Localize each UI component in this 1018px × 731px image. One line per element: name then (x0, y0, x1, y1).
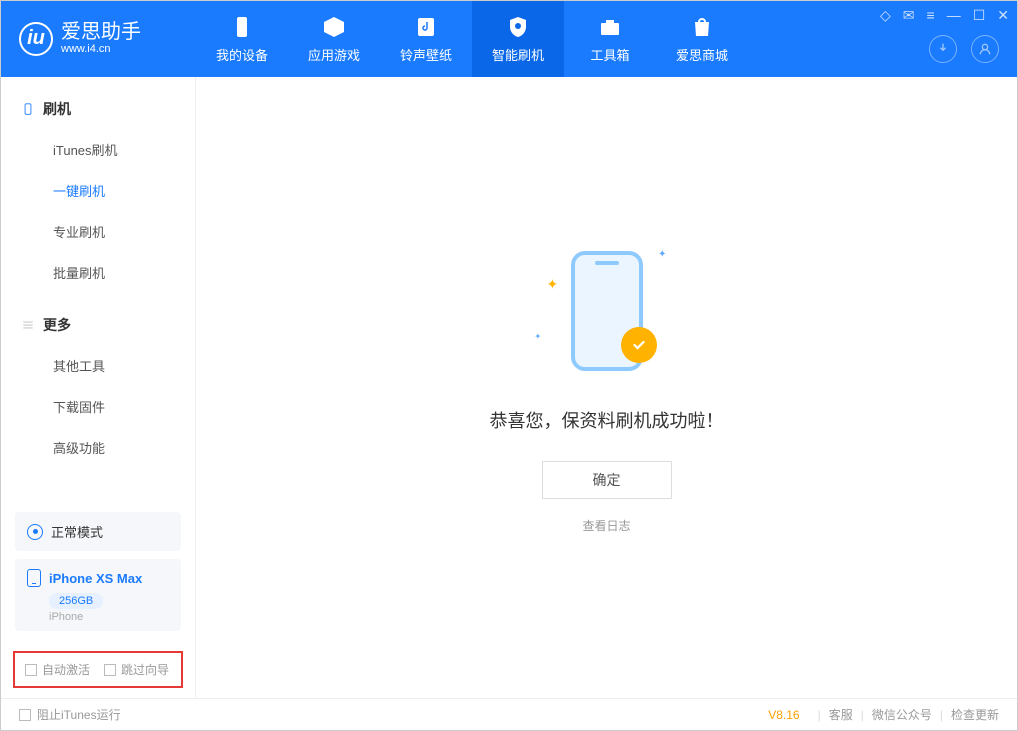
success-message: 恭喜您，保资料刷机成功啦！ (490, 407, 724, 433)
sidebar-heading-more: 更多 (1, 305, 195, 345)
cube-icon (322, 15, 346, 39)
device-icon (230, 15, 254, 39)
nav-tab-apps[interactable]: 应用游戏 (288, 1, 380, 77)
sidebar: 刷机 iTunes刷机 一键刷机 专业刷机 批量刷机 更多 其他工具 下载固件 … (1, 77, 196, 698)
checkbox-icon (19, 709, 31, 721)
sidebar-item-advanced[interactable]: 高级功能 (1, 427, 195, 468)
app-url: www.i4.cn (61, 42, 141, 56)
sidebar-item-pro-flash[interactable]: 专业刷机 (1, 211, 195, 252)
view-log-link[interactable]: 查看日志 (582, 517, 630, 534)
sidebar-item-oneclick-flash[interactable]: 一键刷机 (1, 170, 195, 211)
download-button[interactable] (929, 35, 957, 63)
footer-right: V8.16 | 客服 | 微信公众号 | 检查更新 (768, 706, 999, 723)
options-highlight-box: 自动激活 跳过向导 (13, 651, 183, 688)
mode-icon (27, 524, 43, 540)
nav-tab-ringtone[interactable]: 铃声壁纸 (380, 1, 472, 77)
user-button[interactable] (971, 35, 999, 63)
checkmark-icon (630, 336, 648, 354)
footer-link-support[interactable]: 客服 (829, 706, 853, 723)
version-label: V8.16 (768, 708, 799, 722)
footer-link-wechat[interactable]: 微信公众号 (872, 706, 932, 723)
app-logo-icon: iu (19, 22, 53, 56)
close-icon[interactable]: ✕ (997, 7, 1009, 24)
toolbox-icon (598, 15, 622, 39)
sidebar-item-itunes-flash[interactable]: iTunes刷机 (1, 129, 195, 170)
sidebar-heading-flash: 刷机 (1, 89, 195, 129)
maximize-icon[interactable]: ☐ (973, 7, 986, 24)
phone-outline-icon (21, 102, 35, 116)
feedback-icon[interactable]: ✉ (903, 7, 915, 24)
check-badge-icon (621, 327, 657, 363)
nav-label: 应用游戏 (308, 45, 360, 64)
ok-button[interactable]: 确定 (542, 461, 672, 499)
heading-label: 更多 (43, 315, 71, 335)
block-itunes-label: 阻止iTunes运行 (37, 706, 121, 723)
nav-label: 智能刷机 (492, 45, 544, 64)
footer: 阻止iTunes运行 V8.16 | 客服 | 微信公众号 | 检查更新 (1, 698, 1017, 730)
user-icon (977, 41, 993, 57)
sidebar-item-download-firmware[interactable]: 下载固件 (1, 386, 195, 427)
bag-icon (690, 15, 714, 39)
logo-text: 爱思助手 www.i4.cn (61, 22, 141, 56)
footer-link-update[interactable]: 检查更新 (951, 706, 999, 723)
download-icon (935, 41, 951, 57)
menu-icon[interactable]: ≡ (927, 7, 935, 24)
nav-label: 铃声壁纸 (400, 45, 452, 64)
checkbox-icon (104, 664, 116, 676)
nav-tab-toolbox[interactable]: 工具箱 (564, 1, 656, 77)
music-icon (414, 15, 438, 39)
footer-left[interactable]: 阻止iTunes运行 (19, 706, 121, 723)
device-block: 正常模式 iPhone XS Max 256GB iPhone (15, 512, 181, 631)
option-skip-guide[interactable]: 跳过向导 (104, 661, 169, 678)
device-storage-badge: 256GB (49, 593, 103, 609)
nav-tab-device[interactable]: 我的设备 (196, 1, 288, 77)
heading-label: 刷机 (43, 99, 71, 119)
nav-label: 工具箱 (590, 45, 629, 64)
sidebar-section-more: 更多 其他工具 下载固件 高级功能 (1, 293, 195, 468)
app-title: 爱思助手 (61, 22, 141, 42)
nav-tabs: 我的设备 应用游戏 铃声壁纸 智能刷机 工具箱 爱思商城 (196, 1, 748, 77)
header-right-buttons (929, 35, 999, 63)
phone-icon (27, 569, 41, 587)
sidebar-section-flash: 刷机 iTunes刷机 一键刷机 专业刷机 批量刷机 (1, 77, 195, 293)
sidebar-item-batch-flash[interactable]: 批量刷机 (1, 252, 195, 293)
sidebar-item-other-tools[interactable]: 其他工具 (1, 345, 195, 386)
device-name: iPhone XS Max (49, 571, 142, 586)
device-type: iPhone (49, 611, 169, 623)
skin-icon[interactable]: ◇ (880, 7, 891, 24)
nav-label: 我的设备 (216, 45, 268, 64)
nav-tab-store[interactable]: 爱思商城 (656, 1, 748, 77)
option-label: 自动激活 (42, 661, 90, 678)
sparkle-icon: ✦ (547, 276, 559, 293)
sparkle-icon: ✦ (535, 332, 542, 341)
device-mode-box[interactable]: 正常模式 (15, 512, 181, 551)
option-label: 跳过向导 (121, 661, 169, 678)
device-info-box[interactable]: iPhone XS Max 256GB iPhone (15, 559, 181, 631)
success-illustration: ✦ ✦ ✦ (527, 241, 687, 381)
minimize-icon[interactable]: — (947, 7, 961, 24)
device-mode-label: 正常模式 (51, 522, 103, 541)
shield-icon (506, 15, 530, 39)
nav-label: 爱思商城 (676, 45, 728, 64)
sparkle-icon: ✦ (658, 249, 666, 260)
option-auto-activate[interactable]: 自动激活 (25, 661, 90, 678)
logo-area: iu 爱思助手 www.i4.cn (1, 22, 196, 56)
app-header: iu 爱思助手 www.i4.cn 我的设备 应用游戏 铃声壁纸 智能刷机 工具… (1, 1, 1017, 77)
window-controls: ◇ ✉ ≡ — ☐ ✕ (880, 7, 1009, 24)
checkbox-icon (25, 664, 37, 676)
body: 刷机 iTunes刷机 一键刷机 专业刷机 批量刷机 更多 其他工具 下载固件 … (1, 77, 1017, 698)
nav-tab-flash[interactable]: 智能刷机 (472, 1, 564, 77)
main-content: ✦ ✦ ✦ 恭喜您，保资料刷机成功啦！ 确定 查看日志 (196, 77, 1017, 698)
list-icon (21, 318, 35, 332)
